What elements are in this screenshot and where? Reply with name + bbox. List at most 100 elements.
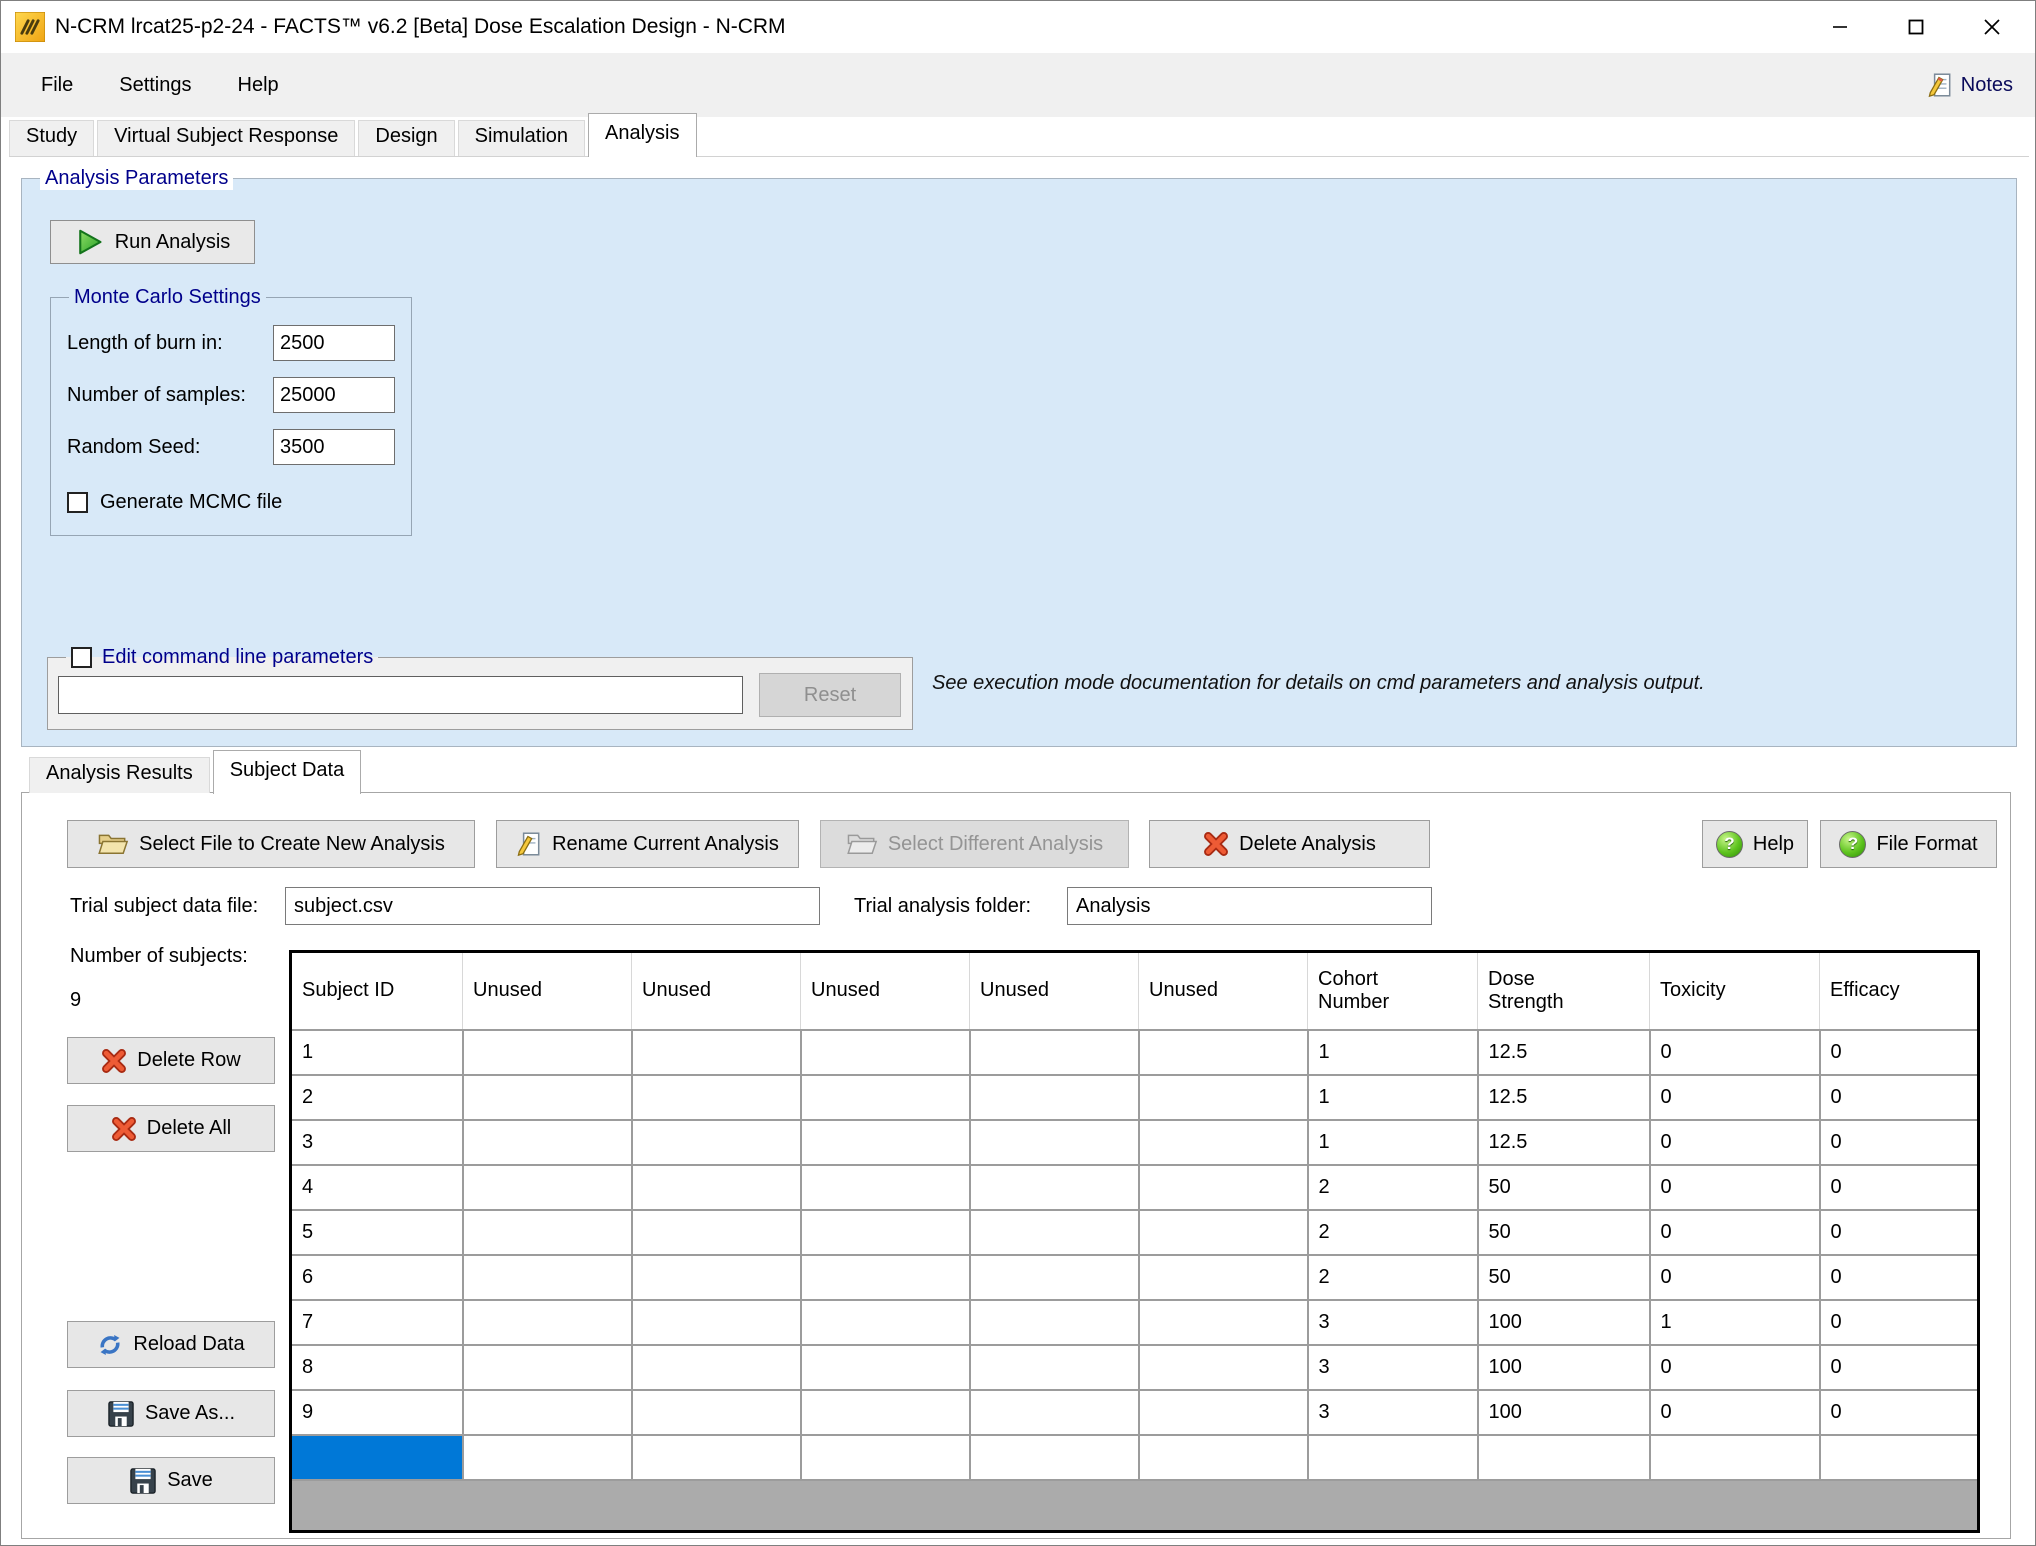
table-cell[interactable]: 2 — [1308, 1210, 1478, 1255]
table-cell[interactable] — [1139, 1210, 1308, 1255]
table-cell[interactable]: 0 — [1820, 1075, 1979, 1120]
subject-data-file-input[interactable] — [285, 887, 820, 925]
menu-help[interactable]: Help — [222, 68, 295, 103]
table-cell[interactable] — [801, 1300, 970, 1345]
tab-analysis[interactable]: Analysis — [588, 113, 696, 157]
table-cell[interactable]: 0 — [1820, 1210, 1979, 1255]
minimize-button[interactable] — [1811, 5, 1869, 49]
tab-simulation[interactable]: Simulation — [458, 120, 585, 156]
table-cell[interactable]: 0 — [1820, 1030, 1979, 1075]
table-cell[interactable] — [801, 1030, 970, 1075]
select-file-new-analysis-button[interactable]: Select File to Create New Analysis — [67, 820, 475, 868]
table-cell[interactable] — [463, 1120, 632, 1165]
table-cell[interactable] — [1139, 1435, 1308, 1480]
table-cell[interactable]: 0 — [1650, 1120, 1820, 1165]
table-cell[interactable]: 2 — [1308, 1255, 1478, 1300]
table-cell[interactable] — [1139, 1255, 1308, 1300]
table-cell[interactable]: 50 — [1478, 1165, 1650, 1210]
table-cell[interactable]: 1 — [291, 1030, 463, 1075]
table-cell[interactable]: 3 — [291, 1120, 463, 1165]
table-cell[interactable] — [970, 1345, 1139, 1390]
table-cell[interactable] — [1139, 1120, 1308, 1165]
table-cell[interactable] — [632, 1030, 801, 1075]
save-as-button[interactable]: Save As... — [67, 1390, 275, 1437]
column-header-unused-3[interactable]: Unused — [801, 952, 970, 1030]
table-cell[interactable]: 12.5 — [1478, 1120, 1650, 1165]
table-cell[interactable] — [463, 1435, 632, 1480]
table-cell[interactable] — [970, 1075, 1139, 1120]
tab-study[interactable]: Study — [9, 120, 94, 156]
table-cell[interactable]: 50 — [1478, 1210, 1650, 1255]
table-cell[interactable] — [1139, 1345, 1308, 1390]
table-cell-selected[interactable] — [291, 1435, 463, 1480]
notes-button[interactable]: Notes — [1927, 71, 2013, 99]
table-cell[interactable]: 0 — [1650, 1255, 1820, 1300]
column-header-subject-id[interactable]: Subject ID — [291, 952, 463, 1030]
table-cell[interactable]: 0 — [1820, 1300, 1979, 1345]
table-cell[interactable] — [1820, 1435, 1979, 1480]
table-cell[interactable] — [970, 1300, 1139, 1345]
table-cell[interactable] — [463, 1075, 632, 1120]
table-cell[interactable]: 50 — [1478, 1255, 1650, 1300]
tab-design[interactable]: Design — [358, 120, 454, 156]
table-cell[interactable] — [632, 1165, 801, 1210]
table-cell[interactable] — [801, 1255, 970, 1300]
table-cell[interactable]: 0 — [1650, 1165, 1820, 1210]
table-cell[interactable]: 12.5 — [1478, 1075, 1650, 1120]
delete-all-button[interactable]: Delete All — [67, 1105, 275, 1152]
analysis-folder-input[interactable] — [1067, 887, 1432, 925]
file-format-button[interactable]: ? File Format — [1820, 820, 1997, 868]
table-cell[interactable]: 0 — [1820, 1120, 1979, 1165]
select-different-analysis-button[interactable]: Select Different Analysis — [820, 820, 1129, 868]
table-cell[interactable]: 2 — [1308, 1165, 1478, 1210]
rename-current-analysis-button[interactable]: Rename Current Analysis — [496, 820, 799, 868]
close-button[interactable] — [1963, 5, 2021, 49]
column-header-unused-5[interactable]: Unused — [1139, 952, 1308, 1030]
table-cell[interactable] — [632, 1075, 801, 1120]
table-cell[interactable] — [463, 1030, 632, 1075]
table-cell[interactable]: 2 — [291, 1075, 463, 1120]
tab-analysis-results[interactable]: Analysis Results — [29, 757, 210, 793]
table-cell[interactable]: 100 — [1478, 1345, 1650, 1390]
column-header-efficacy[interactable]: Efficacy — [1820, 952, 1979, 1030]
help-button[interactable]: ? Help — [1702, 820, 1808, 868]
table-cell[interactable]: 5 — [291, 1210, 463, 1255]
table-cell[interactable] — [801, 1120, 970, 1165]
table-cell[interactable] — [632, 1255, 801, 1300]
table-cell[interactable] — [801, 1390, 970, 1435]
table-cell[interactable] — [463, 1210, 632, 1255]
table-cell[interactable] — [801, 1345, 970, 1390]
table-cell[interactable] — [1139, 1165, 1308, 1210]
table-cell[interactable]: 3 — [1308, 1300, 1478, 1345]
tab-virtual-subject-response[interactable]: Virtual Subject Response — [97, 120, 355, 156]
table-cell[interactable]: 0 — [1650, 1345, 1820, 1390]
table-cell[interactable]: 1 — [1650, 1300, 1820, 1345]
table-cell[interactable] — [801, 1435, 970, 1480]
table-cell[interactable]: 0 — [1820, 1345, 1979, 1390]
table-cell[interactable] — [801, 1165, 970, 1210]
table-cell[interactable]: 100 — [1478, 1390, 1650, 1435]
table-cell[interactable]: 1 — [1308, 1030, 1478, 1075]
save-button[interactable]: Save — [67, 1457, 275, 1504]
random-seed-input[interactable] — [273, 429, 395, 465]
reset-button[interactable]: Reset — [759, 673, 901, 717]
table-cell[interactable]: 8 — [291, 1345, 463, 1390]
table-cell[interactable] — [463, 1300, 632, 1345]
delete-analysis-button[interactable]: Delete Analysis — [1149, 820, 1430, 868]
cmd-params-checkbox[interactable] — [71, 647, 92, 668]
table-cell[interactable] — [970, 1390, 1139, 1435]
menu-settings[interactable]: Settings — [103, 68, 207, 103]
table-cell[interactable] — [632, 1120, 801, 1165]
table-cell[interactable] — [1139, 1390, 1308, 1435]
table-cell[interactable] — [801, 1210, 970, 1255]
table-cell[interactable]: 0 — [1650, 1390, 1820, 1435]
table-cell[interactable]: 1 — [1308, 1075, 1478, 1120]
table-cell[interactable] — [463, 1345, 632, 1390]
table-cell[interactable] — [1308, 1435, 1478, 1480]
table-cell[interactable] — [970, 1165, 1139, 1210]
table-cell[interactable] — [463, 1390, 632, 1435]
reload-data-button[interactable]: Reload Data — [67, 1321, 275, 1368]
table-cell[interactable]: 0 — [1820, 1165, 1979, 1210]
table-cell[interactable]: 9 — [291, 1390, 463, 1435]
column-header-cohort-number[interactable]: Cohort Number — [1308, 952, 1478, 1030]
